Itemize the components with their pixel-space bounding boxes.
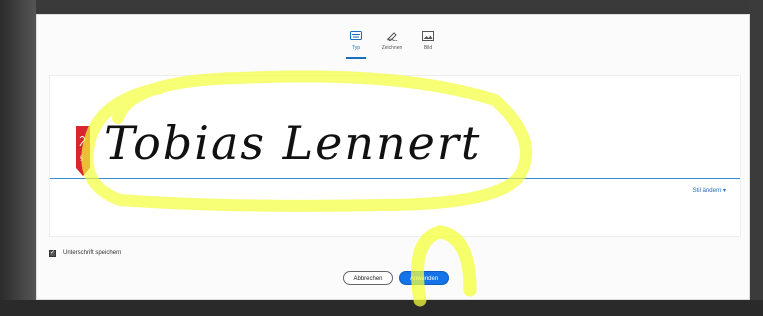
signature-mode-tabs: Typ Zeichnen Bild [341,31,451,65]
tab-typ-label: Typ [351,45,361,51]
save-signature-label: Unterschrift speichern [63,250,122,256]
apply-button[interactable]: Anwenden [399,271,449,285]
signature-dialog: Typ Zeichnen Bild § Tobias Lennert Stil … [36,14,750,300]
cancel-button[interactable]: Abbrechen [343,271,393,285]
signature-baseline [50,178,740,179]
photo-edge-left [0,0,36,316]
change-style-link[interactable]: Stil ändern ▾ [693,187,726,194]
tab-bild-label: Bild [423,45,433,51]
signature-text: Tobias Lennert [104,116,482,170]
svg-text:§: § [80,155,83,162]
pen-draw-icon [386,32,398,41]
tab-typ[interactable]: Typ [341,31,371,59]
bookmark-ribbon-icon: § [76,126,90,176]
tab-zeichnen-label: Zeichnen [381,45,403,51]
signature-canvas[interactable]: § Tobias Lennert Stil ändern ▾ [49,75,741,237]
save-signature-checkbox[interactable] [49,249,56,257]
keyboard-icon [350,31,362,40]
image-icon [422,31,434,41]
photo-edge-right [750,0,763,316]
photo-edge-top [0,0,763,14]
photo-edge-bottom [0,300,763,316]
tab-zeichnen[interactable]: Zeichnen [377,31,407,51]
tab-bild[interactable]: Bild [413,31,443,51]
